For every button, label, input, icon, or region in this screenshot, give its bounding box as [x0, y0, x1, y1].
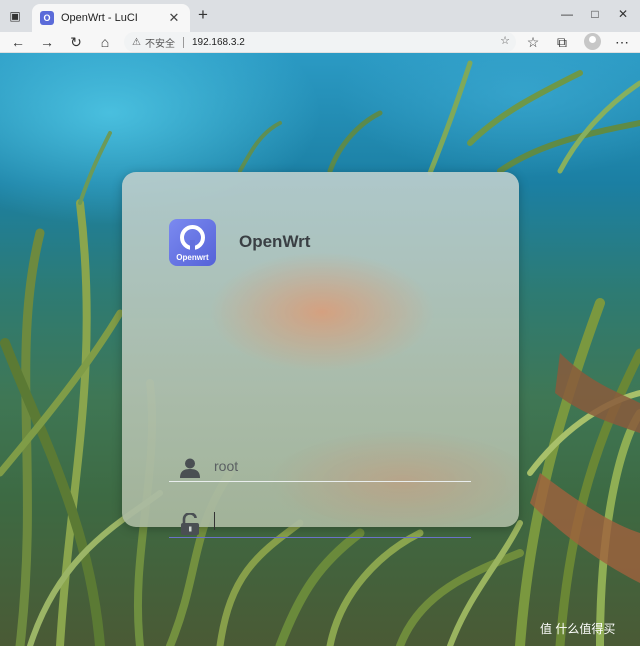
- more-menu-icon[interactable]: ⋯: [613, 33, 631, 51]
- page-background: Openwrt OpenWrt: [0, 53, 640, 646]
- home-icon[interactable]: ⌂: [96, 33, 114, 51]
- unlock-icon: [181, 513, 199, 535]
- minimize-icon[interactable]: —: [556, 4, 578, 24]
- close-window-icon[interactable]: ✕: [612, 4, 634, 24]
- brand-title: OpenWrt: [239, 232, 311, 251]
- tab-title: OpenWrt - LuCI: [61, 12, 138, 24]
- text-caret: [214, 512, 215, 530]
- password-input[interactable]: [214, 511, 464, 533]
- tab-bar: ▣ O OpenWrt - LuCI ✕ + — □ ✕: [0, 0, 640, 32]
- browser-toolbar: ← → ↻ ⌂ ⚠ 不安全 192.168.3.2 ☆ ☆ ⧉ ⋯: [0, 32, 640, 53]
- password-field[interactable]: [169, 506, 471, 538]
- watermark-text: 值 什么值得买: [540, 622, 616, 636]
- username-input[interactable]: [214, 455, 464, 477]
- watermark: 值 什么值得买: [540, 620, 615, 637]
- warning-icon: ⚠: [132, 36, 141, 48]
- url-text[interactable]: 192.168.3.2: [192, 37, 245, 48]
- address-separator: [182, 36, 184, 48]
- new-tab-button[interactable]: +: [194, 6, 212, 25]
- openwrt-logo-icon: Openwrt: [169, 219, 216, 266]
- user-icon: [180, 458, 200, 478]
- avatar[interactable]: [584, 33, 601, 50]
- maximize-icon[interactable]: □: [584, 4, 606, 24]
- username-field[interactable]: [169, 450, 471, 482]
- browser-tab[interactable]: O OpenWrt - LuCI ✕: [32, 4, 190, 32]
- favorites-icon[interactable]: ☆: [524, 33, 542, 51]
- favorite-star-icon[interactable]: ☆: [500, 34, 510, 47]
- reload-icon[interactable]: ↻: [67, 33, 85, 51]
- back-arrow-icon[interactable]: ←: [9, 33, 27, 51]
- logo-stem: [190, 240, 195, 250]
- tab-close-icon[interactable]: ✕: [166, 10, 182, 26]
- forward-arrow-icon[interactable]: →: [38, 33, 56, 51]
- openwrt-favicon-icon: O: [40, 11, 54, 25]
- tab-actions-icon[interactable]: ▣: [6, 7, 24, 25]
- address-bar[interactable]: ⚠ 不安全 192.168.3.2 ☆: [124, 32, 516, 52]
- security-label[interactable]: 不安全: [145, 35, 175, 50]
- logo-text: Openwrt: [176, 253, 209, 262]
- collections-icon[interactable]: ⧉: [553, 33, 571, 51]
- login-card: Openwrt OpenWrt: [122, 172, 519, 538]
